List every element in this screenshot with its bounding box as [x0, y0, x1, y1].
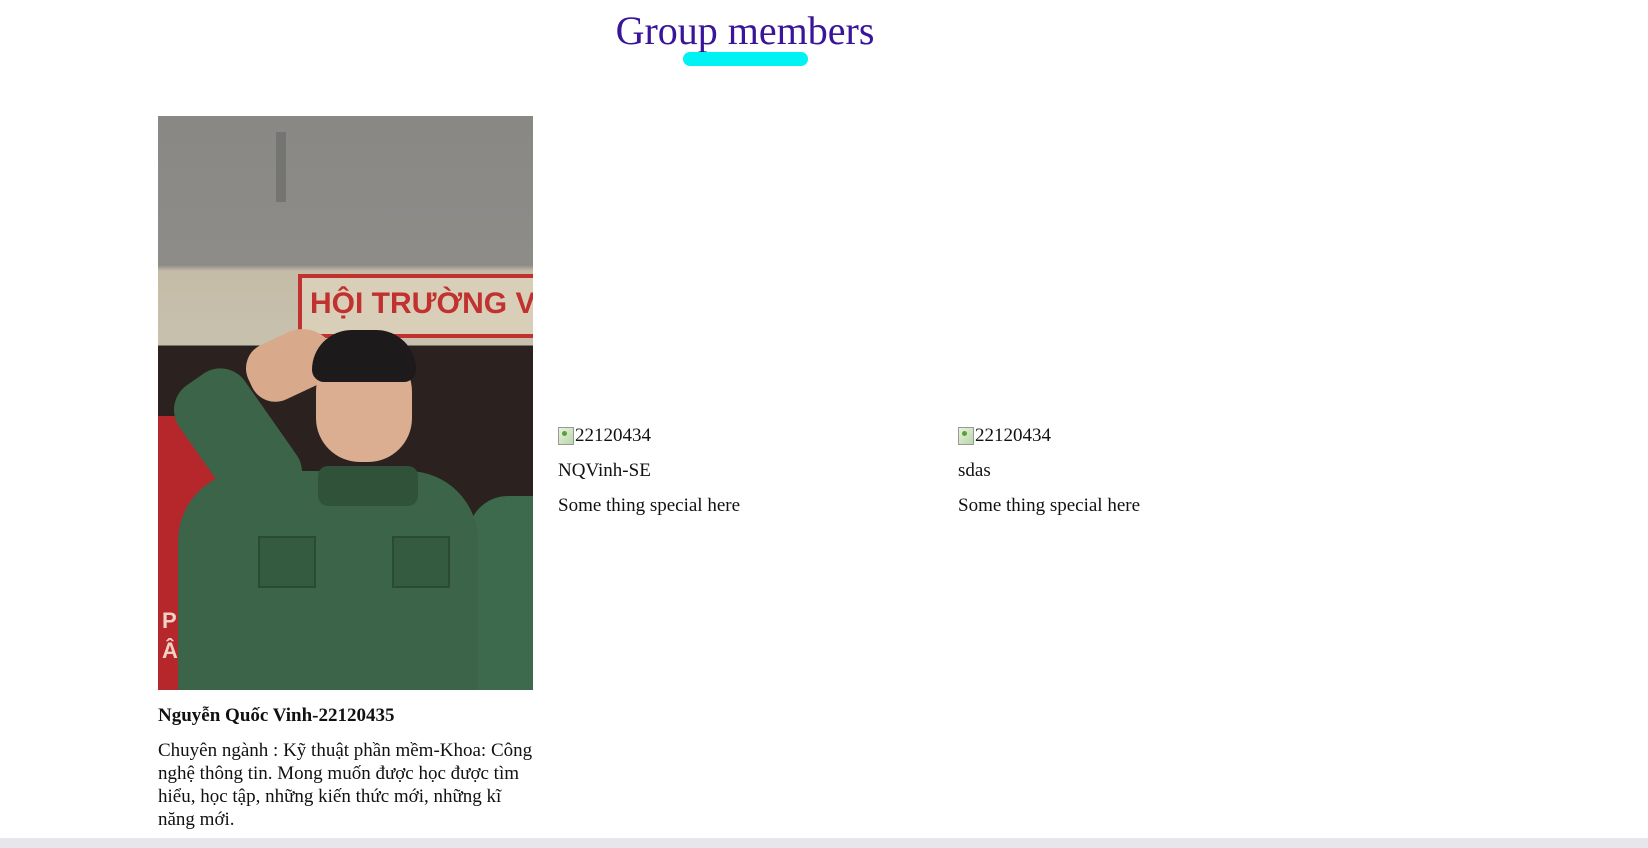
- member-photo-broken: 22120434: [958, 424, 1338, 447]
- member-card: 22120434 NQVinh-SE Some thing special he…: [558, 424, 938, 517]
- member-photo-alt: 22120434: [975, 425, 1051, 446]
- broken-image-icon: [958, 426, 974, 445]
- photo-pocket-right: [392, 536, 450, 588]
- member-description: Some thing special here: [958, 495, 1141, 516]
- horizontal-scrollbar[interactable]: [0, 838, 1648, 848]
- member-photo: HỘI TRƯỜNG V PÂN SỰ: [158, 116, 533, 690]
- photo-hair: [312, 330, 416, 382]
- photo-pocket-left: [258, 536, 316, 588]
- member-description: Chuyên ngành : Kỹ thuật phần mềm-Khoa: C…: [158, 740, 533, 830]
- photo-banner: HỘI TRƯỜNG V: [298, 274, 533, 338]
- photo-collar: [318, 466, 418, 506]
- section-title: Group members: [615, 8, 875, 53]
- title-underline: [683, 52, 808, 66]
- broken-image-icon: [558, 426, 574, 445]
- member-card: HỘI TRƯỜNG V PÂN SỰ Nguyễn Quốc Vinh-221…: [158, 116, 538, 831]
- member-name: sdas: [958, 460, 991, 481]
- member-photo-broken: 22120434: [558, 424, 938, 447]
- member-name: NQVinh-SE: [558, 460, 651, 481]
- member-description: Some thing special here: [558, 495, 741, 516]
- member-card: 22120434 sdas Some thing special here: [958, 424, 1338, 517]
- member-photo-alt: 22120434: [575, 425, 651, 446]
- ceiling-lamp: [276, 132, 286, 202]
- member-name: Nguyễn Quốc Vinh-22120435: [158, 705, 395, 726]
